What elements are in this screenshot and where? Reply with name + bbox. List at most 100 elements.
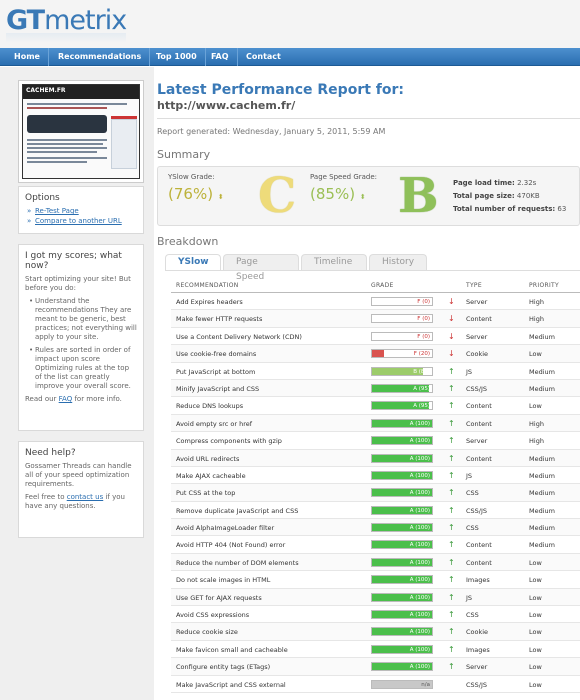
recommendation-priority: Medium bbox=[529, 332, 555, 341]
tab-timeline[interactable]: Timeline bbox=[301, 254, 367, 270]
compare-link[interactable]: Compare to another URL bbox=[27, 217, 137, 225]
table-row[interactable]: Reduce the number of DOM elements A (100)… bbox=[171, 553, 580, 572]
sort-arrow-icon: ⬍ bbox=[359, 193, 366, 201]
recommendation-name[interactable]: Add Expires headers bbox=[176, 298, 243, 306]
recommendation-priority: High bbox=[529, 437, 544, 446]
scores-help-bullet: Understand the recommendations They are … bbox=[29, 297, 137, 342]
recommendation-name[interactable]: Put CSS at the top bbox=[176, 489, 235, 497]
grade-bar: A (100) bbox=[371, 505, 433, 515]
recommendation-name[interactable]: Make favicon small and cacheable bbox=[176, 646, 288, 654]
recommendation-type: Content bbox=[466, 419, 492, 428]
tabs-underline bbox=[165, 270, 580, 271]
faq-link[interactable]: FAQ bbox=[59, 395, 73, 403]
table-row[interactable]: Use a Content Delivery Network (CDN) F (0… bbox=[171, 328, 580, 346]
report-generated: Report generated: Wednesday, January 5, … bbox=[157, 127, 386, 136]
recommendation-name[interactable]: Make fewer HTTP requests bbox=[176, 315, 262, 323]
recommendation-name[interactable]: Minify JavaScript and CSS bbox=[176, 385, 259, 393]
total-requests: Total number of requests: 63 bbox=[453, 205, 567, 213]
tab-page-speed[interactable]: Page Speed bbox=[223, 254, 299, 282]
retest-link[interactable]: Re-Test Page bbox=[27, 207, 137, 215]
column-type[interactable]: TYPE bbox=[466, 282, 482, 289]
recommendation-name[interactable]: Remove duplicate JavaScript and CSS bbox=[176, 507, 298, 515]
table-row[interactable]: Reduce cookie size A (100) ↑ Cookie Low bbox=[171, 623, 580, 641]
recommendation-name[interactable]: Avoid AlphaImageLoader filter bbox=[176, 524, 274, 532]
recommendation-name[interactable]: Reduce cookie size bbox=[176, 628, 238, 636]
table-row[interactable]: Configure entity tags (ETags) A (100) ↑ Ser… bbox=[171, 658, 580, 676]
table-row[interactable]: Make fewer HTTP requests F (0) ↓ Content Hig… bbox=[171, 310, 580, 328]
grade-bar: A (100) bbox=[371, 523, 433, 533]
recommendation-name[interactable]: Avoid HTTP 404 (Not Found) error bbox=[176, 541, 285, 549]
grade-text: A (95) bbox=[413, 403, 430, 410]
table-row[interactable]: Make JavaScript and CSS external n/a CSS/J… bbox=[171, 676, 580, 693]
table-row[interactable]: Avoid URL redirects A (100) ↑ Content Medium bbox=[171, 449, 580, 467]
recommendation-type: Content bbox=[466, 402, 492, 411]
recommendation-name[interactable]: Do not scale images in HTML bbox=[176, 576, 270, 584]
recommendation-name[interactable]: Configure entity tags (ETags) bbox=[176, 663, 270, 671]
table-row[interactable]: Minify JavaScript and CSS A (95) ↑ CSS/JS Me… bbox=[171, 379, 580, 398]
grade-text: A (100) bbox=[409, 472, 430, 479]
table-row[interactable]: Avoid AlphaImageLoader filter A (100) ↑ CSS… bbox=[171, 519, 580, 537]
nav-recommendations[interactable]: Recommendations bbox=[50, 48, 151, 66]
column-priority[interactable]: PRIORITY bbox=[529, 282, 559, 289]
yslow-grade: YSlow Grade: (76%) ⬍ bbox=[168, 173, 224, 203]
recommendation-type: Cookie bbox=[466, 350, 489, 359]
table-row[interactable]: Put JavaScript at bottom B (85) ↑ JS Medium bbox=[171, 363, 580, 380]
table-row[interactable]: Use GET for AJAX requests A (100) ↑ JS Low bbox=[171, 588, 580, 607]
nav-top-1000[interactable]: Top 1000 bbox=[148, 48, 206, 66]
pagespeed-grade-value: (85%) ⬍ bbox=[310, 185, 366, 203]
recommendation-type: CSS bbox=[466, 489, 479, 498]
sort-arrow-icon: ⬍ bbox=[217, 193, 224, 201]
recommendation-name[interactable]: Reduce DNS lookups bbox=[176, 402, 243, 410]
arrow-up-icon: ↑ bbox=[448, 523, 455, 533]
table-row[interactable]: Use cookie-free domains F (20) ↓ Cookie Low bbox=[171, 345, 580, 363]
recommendation-priority: High bbox=[529, 298, 544, 306]
summary-title: Summary bbox=[157, 148, 211, 161]
recommendation-name[interactable]: Avoid URL redirects bbox=[176, 455, 239, 463]
tab-yslow[interactable]: YSlow bbox=[165, 254, 221, 270]
table-row[interactable]: Remove duplicate JavaScript and CSS A (10… bbox=[171, 502, 580, 520]
table-row[interactable]: Put CSS at the top A (100) ↑ CSS Medium bbox=[171, 484, 580, 502]
recommendation-name[interactable]: Use GET for AJAX requests bbox=[176, 594, 262, 602]
arrow-up-icon: ↑ bbox=[448, 383, 455, 393]
page-screenshot: CACHEM.FR bbox=[22, 84, 140, 179]
recommendation-name[interactable]: Use cookie-free domains bbox=[176, 350, 256, 358]
grade-bar: A (100) bbox=[371, 592, 433, 602]
table-row[interactable]: Reduce DNS lookups A (95) ↑ Content Low bbox=[171, 397, 580, 415]
table-row[interactable]: Add Expires headers F (0) ↓ Server High bbox=[171, 293, 580, 311]
logo-reflection bbox=[6, 33, 126, 43]
recommendation-name[interactable]: Use a Content Delivery Network (CDN) bbox=[176, 333, 302, 341]
grade-bar: F (0) bbox=[371, 314, 433, 324]
grade-text: A (100) bbox=[409, 490, 430, 497]
page-load-time: Page load time: 2.32s bbox=[453, 179, 537, 187]
nav-home[interactable]: Home bbox=[6, 48, 49, 66]
tab-history[interactable]: History bbox=[369, 254, 427, 270]
recommendation-name[interactable]: Avoid empty src or href bbox=[176, 420, 252, 428]
table-row[interactable]: Avoid HTTP 404 (Not Found) error A (100) ↑… bbox=[171, 536, 580, 554]
scores-help-bullet: Rules are sorted in order of impact upon… bbox=[29, 346, 137, 391]
nav-contact[interactable]: Contact bbox=[238, 48, 289, 66]
contact-us-link[interactable]: contact us bbox=[67, 493, 104, 501]
table-row[interactable]: Avoid empty src or href A (100) ↑ Content Hi… bbox=[171, 414, 580, 433]
recommendation-name[interactable]: Avoid CSS expressions bbox=[176, 611, 249, 619]
screenshot-hero bbox=[27, 115, 107, 133]
table-row[interactable]: Make favicon small and cacheable A (100) ↑… bbox=[171, 641, 580, 659]
recommendation-name[interactable]: Make AJAX cacheable bbox=[176, 472, 246, 480]
recommendation-type: Cookie bbox=[466, 628, 489, 637]
arrow-up-icon: ↑ bbox=[448, 488, 455, 498]
grade-bar: n/a bbox=[371, 679, 433, 689]
recommendation-name[interactable]: Compress components with gzip bbox=[176, 437, 282, 445]
recommendation-name[interactable]: Make JavaScript and CSS external bbox=[176, 681, 286, 689]
column-grade[interactable]: GRADE bbox=[371, 282, 394, 289]
table-row[interactable]: Compress components with gzip A (100) ↑ Ser… bbox=[171, 432, 580, 450]
main-nav: Home Recommendations Top 1000 FAQ Contac… bbox=[0, 48, 580, 66]
report-url[interactable]: http://www.cachem.fr/ bbox=[157, 99, 295, 112]
grade-text: A (100) bbox=[409, 507, 430, 514]
table-row[interactable]: Make AJAX cacheable A (100) ↑ JS Medium bbox=[171, 467, 580, 485]
recommendation-name[interactable]: Reduce the number of DOM elements bbox=[176, 559, 299, 567]
table-row[interactable]: Avoid CSS expressions A (100) ↑ CSS Low bbox=[171, 606, 580, 624]
nav-faq[interactable]: FAQ bbox=[203, 48, 238, 66]
table-row[interactable]: Do not scale images in HTML A (100) ↑ Image… bbox=[171, 571, 580, 589]
recommendation-name[interactable]: Put JavaScript at bottom bbox=[176, 368, 255, 376]
column-recommendation[interactable]: RECOMMENDATION bbox=[176, 282, 239, 289]
recommendation-priority: Medium bbox=[529, 384, 555, 393]
